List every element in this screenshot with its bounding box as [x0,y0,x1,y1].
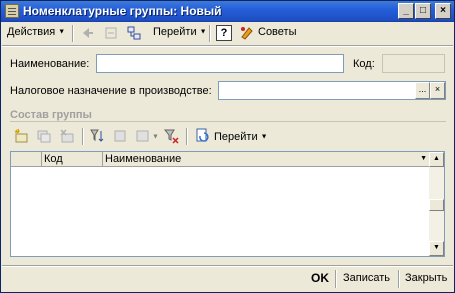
structure-icon[interactable] [126,25,142,41]
tips-icon[interactable] [239,25,255,41]
maximize-button[interactable]: □ [415,3,431,19]
move-up-icon[interactable] [79,25,95,41]
tips-button[interactable]: Советы [258,26,296,38]
refresh-icon[interactable] [103,25,119,41]
delete-row-icon[interactable] [59,128,75,144]
column-header-name[interactable]: Наименование ▼ [103,152,431,167]
filter-dropdown-icon[interactable]: ▼ [152,131,159,143]
group-goto-menu[interactable]: Перейти ▼ [214,131,268,143]
ok-button[interactable]: OK [311,269,329,289]
section-title: Состав группы [10,109,92,121]
table-scrollbar[interactable]: ▲ ▼ [429,152,444,256]
goto-menu[interactable]: Перейти ▼ [153,26,207,38]
title-bar[interactable]: Номенклатурные группы: Новый _ □ × [1,1,454,22]
group-table[interactable]: Код Наименование ▼ ▲ ▼ [10,151,445,257]
main-toolbar: Действия ▼ Перейти ▼ ? Советы [2,23,453,44]
code-field[interactable] [382,54,445,73]
clear-button[interactable]: × [430,82,445,99]
column-header-code[interactable]: Код [42,152,103,167]
table-header: Код Наименование ▼ [11,152,431,167]
close-form-button[interactable]: Закрыть [405,269,447,289]
main-window: Номенклатурные группы: Новый _ □ × Дейст… [0,0,455,293]
tax-label: Налоговое назначение в производстве: [10,85,212,97]
column-header-name-label: Наименование [105,153,182,165]
app-icon [5,4,19,18]
minimize-button[interactable]: _ [398,3,414,19]
copy-row-icon[interactable] [36,128,52,144]
sort-icon[interactable] [112,128,128,144]
name-label: Наименование: [10,58,90,70]
group-refresh-icon[interactable] [193,128,209,144]
row-marker-column[interactable] [11,152,42,167]
sort-ascending-icon[interactable] [89,128,105,144]
close-button[interactable]: × [435,3,451,19]
tax-field[interactable]: ... × [218,81,446,100]
scroll-thumb[interactable] [429,199,444,211]
help-icon[interactable]: ? [216,25,232,41]
window-title: Номенклатурные группы: Новый [23,4,222,18]
code-label: Код: [353,58,375,70]
scroll-up-button[interactable]: ▲ [429,152,444,167]
add-row-icon[interactable] [13,128,29,144]
chevron-down-icon[interactable]: ▼ [420,152,427,166]
clear-filter-icon[interactable] [163,128,179,144]
filter-icon[interactable] [135,128,151,144]
scroll-down-button[interactable]: ▼ [429,241,444,256]
save-button[interactable]: Записать [343,269,390,289]
select-button[interactable]: ... [415,82,430,99]
name-field[interactable] [96,54,344,73]
actions-menu[interactable]: Действия ▼ [7,26,65,38]
